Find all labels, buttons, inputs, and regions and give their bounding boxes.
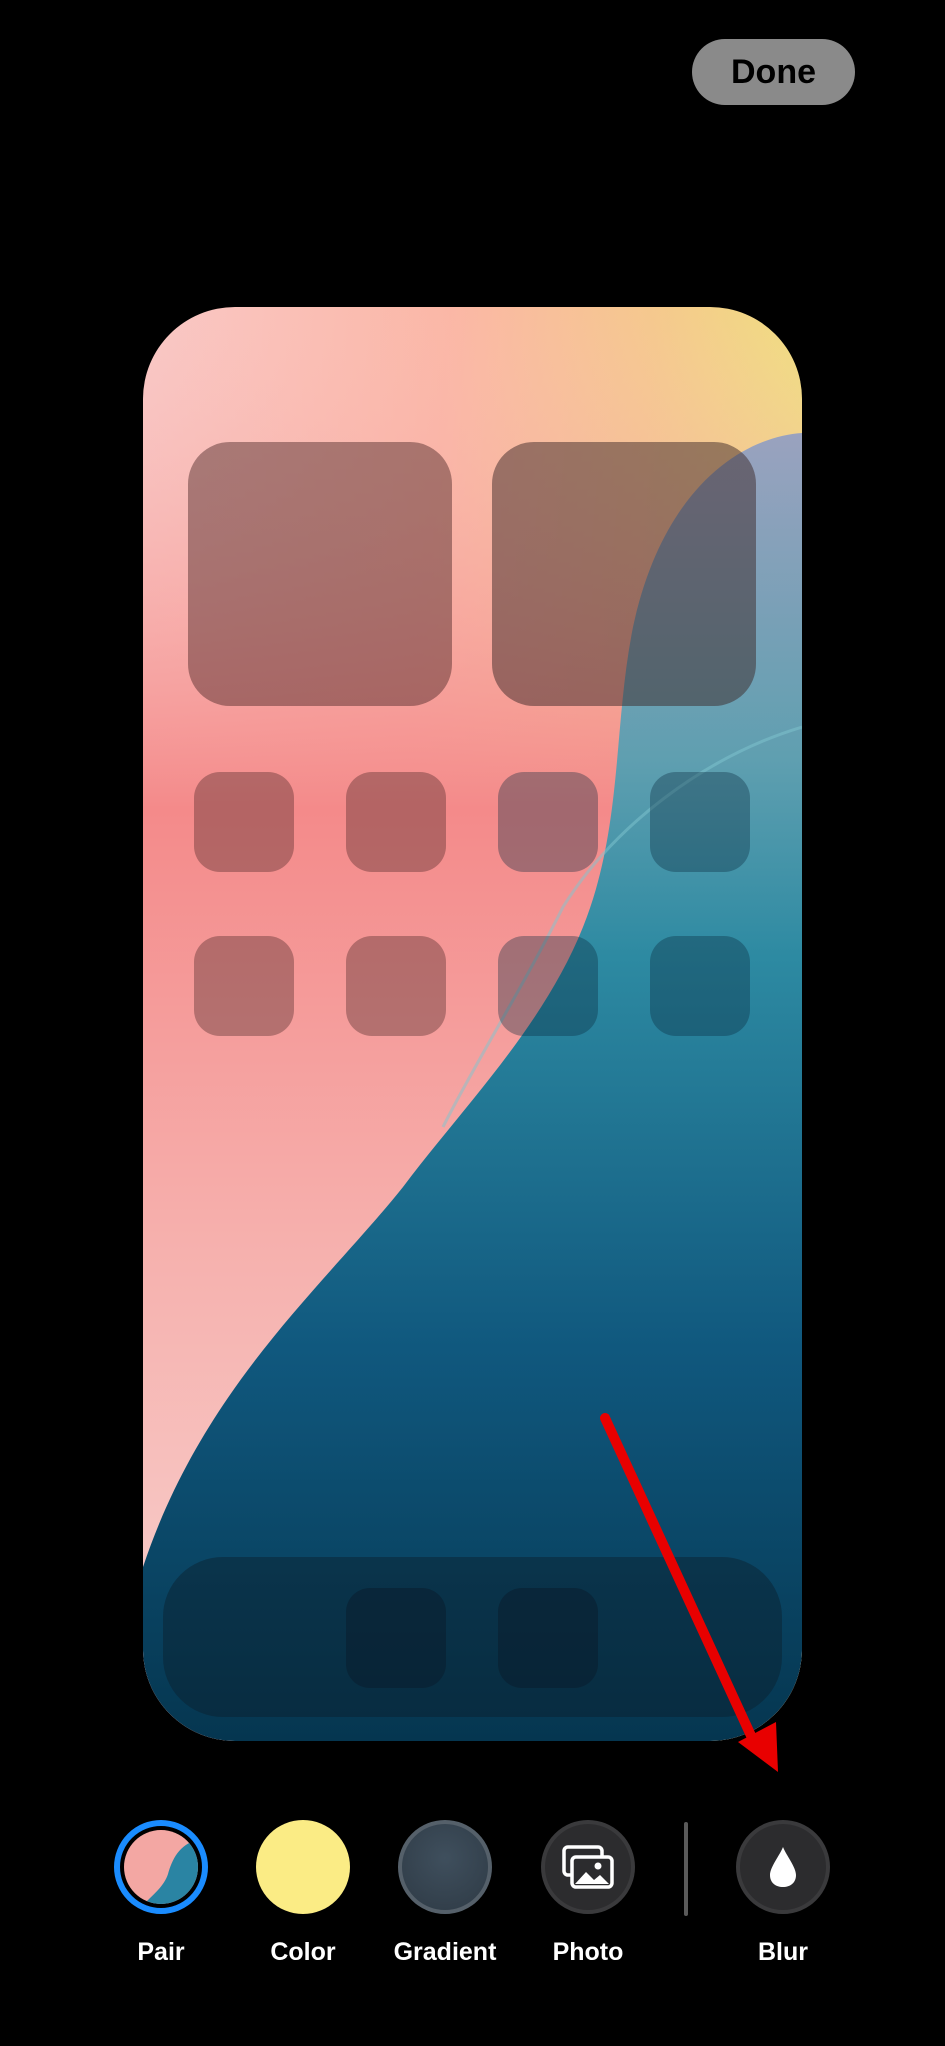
pair-wallpaper-icon	[124, 1830, 198, 1904]
pair-label: Pair	[137, 1938, 185, 1966]
toolbar-divider	[684, 1822, 688, 1916]
blur-swatch	[736, 1820, 830, 1914]
blur-option[interactable]: Blur	[712, 1820, 854, 1967]
color-swatch-icon	[256, 1820, 350, 1914]
pair-swatch	[114, 1820, 208, 1914]
app-icon-placeholder	[194, 936, 294, 1036]
photo-swatch	[541, 1820, 635, 1914]
gradient-option[interactable]: Gradient	[374, 1820, 516, 1967]
color-option[interactable]: Color	[232, 1820, 374, 1967]
app-icon-placeholder	[650, 936, 750, 1036]
photo-icon	[562, 1845, 614, 1889]
app-icon-placeholder	[346, 936, 446, 1036]
widget-placeholder	[492, 442, 756, 706]
photo-label: Photo	[552, 1938, 624, 1966]
dock	[163, 1557, 782, 1717]
color-label: Color	[270, 1938, 336, 1966]
pair-option[interactable]: Pair	[90, 1820, 232, 1967]
app-icon-placeholder	[346, 772, 446, 872]
drop-icon	[770, 1847, 796, 1887]
done-button[interactable]: Done	[692, 39, 855, 105]
dock-icon-placeholder	[346, 1588, 446, 1688]
home-screen-preview	[143, 307, 802, 1741]
app-icon-placeholder	[498, 936, 598, 1036]
gradient-swatch-icon	[398, 1820, 492, 1914]
widget-placeholder	[188, 442, 452, 706]
gradient-label: Gradient	[393, 1938, 497, 1966]
app-icon-placeholder	[650, 772, 750, 872]
blur-label: Blur	[758, 1938, 808, 1966]
dock-icon-placeholder	[498, 1588, 598, 1688]
app-icon-placeholder	[194, 772, 294, 872]
app-icon-placeholder	[498, 772, 598, 872]
photo-option[interactable]: Photo	[517, 1820, 659, 1967]
